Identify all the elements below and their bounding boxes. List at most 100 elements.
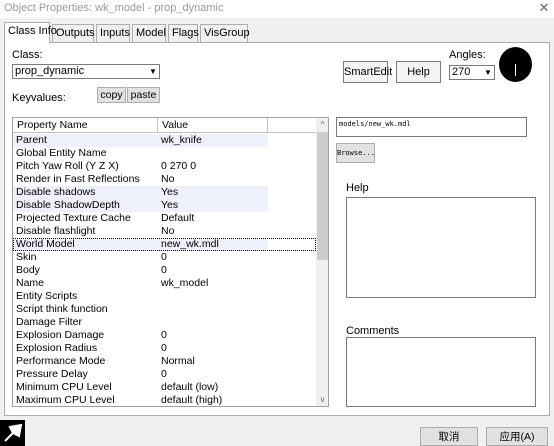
pick-arrow-icon[interactable] [0, 420, 25, 446]
property-name-cell[interactable]: Pitch Yaw Roll (Y Z X) [13, 160, 158, 173]
property-name-cell[interactable]: Script think function [13, 303, 158, 316]
property-value-cell[interactable]: No [158, 225, 268, 238]
angles-select[interactable]: 270 ▼ [449, 65, 495, 80]
property-value-cell[interactable]: default (high) [158, 394, 268, 406]
table-row[interactable]: Skin 0 [13, 251, 316, 264]
property-value-cell[interactable]: 0 [158, 251, 268, 264]
property-value-cell[interactable]: 0 [158, 368, 268, 381]
table-row[interactable]: Disable flashlight No [13, 225, 316, 238]
property-value-cell[interactable]: Yes [158, 186, 268, 199]
table-row[interactable]: Pitch Yaw Roll (Y Z X) 0 270 0 [13, 160, 316, 173]
property-value-cell[interactable]: 0 270 0 [158, 160, 268, 173]
property-value-cell[interactable] [158, 303, 268, 316]
table-row[interactable]: Disable ShadowDepth Yes [13, 199, 316, 212]
tab-model[interactable]: Model [132, 24, 166, 43]
table-row[interactable]: Body 0 [13, 264, 316, 277]
property-name-cell[interactable]: Minimum CPU Level [13, 381, 158, 394]
property-value-cell[interactable]: 0 [158, 342, 268, 355]
property-name-cell[interactable]: Entity Scripts [13, 290, 158, 303]
cancel-button[interactable]: 取消 [420, 427, 478, 446]
apply-button[interactable]: 应用(A) [486, 427, 548, 446]
smartedit-button[interactable]: SmartEdit [343, 61, 392, 83]
property-name-cell[interactable]: Explosion Damage [13, 329, 158, 342]
property-value-cell[interactable]: Yes [158, 199, 268, 212]
property-name-cell[interactable]: Name [13, 277, 158, 290]
property-name-cell[interactable]: Disable flashlight [13, 225, 158, 238]
close-icon[interactable]: ✕ [537, 0, 551, 16]
property-name-cell[interactable]: World Model [13, 238, 158, 251]
property-value-cell[interactable] [158, 290, 268, 303]
table-row[interactable]: Explosion Radius 0 [13, 342, 316, 355]
table-row[interactable]: Render in Fast Reflections No [13, 173, 316, 186]
angle-dial-icon[interactable] [499, 47, 532, 82]
column-property-name[interactable]: Property Name [13, 118, 158, 133]
empty-cell [268, 160, 316, 173]
table-row[interactable]: Performance Mode Normal [13, 355, 316, 368]
empty-cell [268, 277, 316, 290]
property-name-cell[interactable]: Parent [13, 134, 158, 147]
property-value-cell[interactable] [158, 316, 268, 329]
tab-visgroup[interactable]: VisGroup [200, 24, 250, 43]
table-row[interactable]: Global Entity Name [13, 147, 316, 160]
comments-textarea[interactable] [346, 337, 536, 407]
property-value-cell[interactable]: Normal [158, 355, 268, 368]
property-name-cell[interactable]: Performance Mode [13, 355, 158, 368]
empty-cell [268, 186, 316, 199]
table-row[interactable]: Entity Scripts [13, 290, 316, 303]
property-name-cell[interactable]: Disable shadows [13, 186, 158, 199]
property-name-cell[interactable]: Maximum CPU Level [13, 394, 158, 406]
table-row[interactable]: Minimum CPU Level default (low) [13, 381, 316, 394]
table-row[interactable]: Damage Filter [13, 316, 316, 329]
chevron-down-icon: ▼ [146, 65, 159, 78]
tab-class-info[interactable]: Class Info [4, 22, 57, 43]
property-value-cell[interactable]: 0 [158, 264, 268, 277]
class-select[interactable]: prop_dynamic ▼ [12, 64, 160, 79]
table-row[interactable]: Pressure Delay 0 [13, 368, 316, 381]
tab-inputs[interactable]: Inputs [96, 24, 130, 43]
scroll-up-icon[interactable]: ^ [316, 118, 328, 131]
tab-outputs[interactable]: Outputs [52, 24, 95, 43]
property-name-cell[interactable]: Explosion Radius [13, 342, 158, 355]
table-row[interactable]: Disable shadows Yes [13, 186, 316, 199]
vertical-scrollbar[interactable]: ^ v [316, 118, 328, 406]
property-name-cell[interactable]: Projected Texture Cache [13, 212, 158, 225]
class-value: prop_dynamic [15, 65, 85, 77]
table-row[interactable]: World Model new_wk.mdl [13, 238, 316, 251]
property-name-cell[interactable]: Global Entity Name [13, 147, 158, 160]
property-name-cell[interactable]: Damage Filter [13, 316, 158, 329]
table-row[interactable]: Name wk_model [13, 277, 316, 290]
copy-button[interactable]: copy [97, 87, 126, 103]
empty-cell [268, 199, 316, 212]
property-grid[interactable]: Property Name Value Parent wk_knife Global… [12, 117, 329, 407]
table-row[interactable]: Maximum CPU Level default (high) [13, 394, 316, 406]
table-row[interactable]: Script think function [13, 303, 316, 316]
property-name-cell[interactable]: Body [13, 264, 158, 277]
property-value-cell[interactable]: No [158, 173, 268, 186]
scroll-thumb[interactable] [317, 132, 328, 260]
property-name-cell[interactable]: Disable ShadowDepth [13, 199, 158, 212]
help-button[interactable]: Help [396, 61, 441, 83]
empty-cell [268, 251, 316, 264]
property-name-cell[interactable]: Pressure Delay [13, 368, 158, 381]
property-value-cell[interactable]: Default [158, 212, 268, 225]
property-name-cell[interactable]: Render in Fast Reflections [13, 173, 158, 186]
property-value-cell[interactable]: new_wk.mdl [158, 238, 268, 251]
paste-button[interactable]: paste [127, 87, 160, 103]
property-name-cell[interactable]: Skin [13, 251, 158, 264]
empty-cell [268, 290, 316, 303]
browse-button[interactable]: Browse... [336, 143, 375, 163]
property-value-cell[interactable]: wk_model [158, 277, 268, 290]
scroll-down-icon[interactable]: v [316, 393, 328, 406]
table-row[interactable]: Parent wk_knife [13, 134, 316, 147]
model-path-field[interactable]: models/new_wk.mdl [336, 117, 527, 137]
empty-cell [268, 342, 316, 355]
column-value[interactable]: Value [158, 118, 268, 133]
table-row[interactable]: Projected Texture Cache Default [13, 212, 316, 225]
property-value-cell[interactable] [158, 147, 268, 160]
property-value-cell[interactable]: default (low) [158, 381, 268, 394]
empty-cell [268, 368, 316, 381]
property-value-cell[interactable]: 0 [158, 329, 268, 342]
table-row[interactable]: Explosion Damage 0 [13, 329, 316, 342]
tab-flags[interactable]: Flags [168, 24, 199, 43]
property-value-cell[interactable]: wk_knife [158, 134, 268, 147]
